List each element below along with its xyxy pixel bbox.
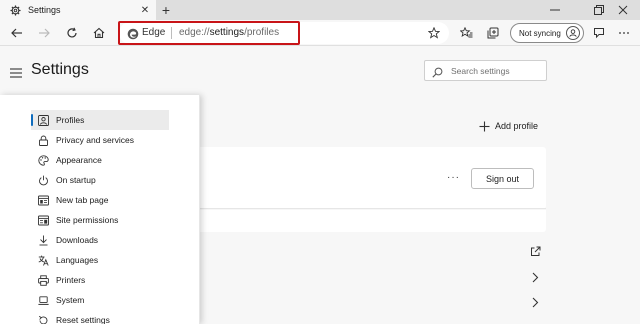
- sidebar-item-new-tab-page[interactable]: New tab page: [31, 190, 169, 210]
- new-tab-button[interactable]: +: [158, 2, 174, 18]
- more-options-button[interactable]: ···: [447, 172, 460, 183]
- tab-strip: Settings ✕ +: [0, 0, 640, 20]
- arrow-left-icon: [11, 28, 22, 38]
- sidebar-item-label: System: [56, 295, 85, 305]
- sidebar-item-label: Reset settings: [56, 315, 110, 324]
- more-dots-icon: [619, 32, 629, 34]
- sidebar-item-reset-settings[interactable]: Reset settings: [31, 310, 169, 324]
- home-button[interactable]: [89, 23, 109, 43]
- settings-header: Settings Search settings: [0, 47, 640, 95]
- sidebar-item-label: Printers: [56, 275, 86, 285]
- home-icon: [93, 27, 105, 39]
- avatar-icon: [566, 26, 580, 40]
- browser-toolbar: Edge edge://settings/profiles Not syncin…: [0, 20, 640, 46]
- sidebar-item-downloads[interactable]: Downloads: [31, 230, 169, 250]
- sidebar-item-profiles[interactable]: Profiles: [31, 110, 169, 130]
- profile-card-row: [200, 210, 546, 232]
- sidebar-item-label: Languages: [56, 255, 99, 265]
- search-placeholder: Search settings: [451, 66, 510, 76]
- feedback-button[interactable]: [589, 23, 609, 43]
- laptop-icon: [37, 294, 49, 306]
- sidebar-item-label: New tab page: [56, 195, 109, 205]
- sidebar-item-label: On startup: [56, 175, 96, 185]
- page-title: Settings: [31, 61, 89, 78]
- more-menu-button[interactable]: [614, 23, 634, 43]
- close-window-button[interactable]: [606, 0, 640, 20]
- collections-button[interactable]: [483, 23, 503, 43]
- palette-icon: [37, 154, 49, 166]
- settings-sidebar: Profiles Privacy and services Appearance…: [0, 95, 200, 324]
- sync-status-label: Not syncing: [519, 28, 561, 38]
- arrow-right-icon: [39, 28, 50, 38]
- back-button[interactable]: [7, 23, 27, 43]
- site-permissions-icon: [37, 214, 49, 226]
- power-icon: [37, 174, 49, 186]
- search-input[interactable]: Search settings: [424, 60, 547, 81]
- sidebar-item-label: Site permissions: [56, 215, 119, 225]
- chevron-right-icon[interactable]: [529, 271, 541, 283]
- sign-out-button[interactable]: Sign out: [471, 168, 534, 189]
- close-tab-icon[interactable]: ✕: [138, 5, 152, 16]
- collections-icon: [487, 27, 499, 39]
- plus-icon: [478, 120, 490, 132]
- reset-icon: [37, 314, 49, 324]
- profile-icon: [37, 114, 49, 126]
- sidebar-item-languages[interactable]: Languages: [31, 250, 169, 270]
- address-highlight-box: [118, 21, 300, 45]
- card-divider: [200, 208, 546, 209]
- download-icon: [37, 234, 49, 246]
- chevron-right-icon[interactable]: [529, 296, 541, 308]
- sidebar-item-label: Privacy and services: [56, 135, 134, 145]
- refresh-button[interactable]: [62, 23, 82, 43]
- external-link-icon[interactable]: [529, 245, 541, 257]
- sidebar-item-label: Profiles: [56, 115, 85, 125]
- new-tab-icon: [37, 194, 49, 206]
- add-profile-label: Add profile: [495, 121, 539, 131]
- favorites-button[interactable]: [456, 23, 476, 43]
- add-profile-button[interactable]: Add profile: [478, 120, 538, 132]
- favorite-star-icon[interactable]: [427, 26, 441, 40]
- tab-settings[interactable]: Settings ✕: [0, 0, 156, 20]
- sidebar-item-label: Appearance: [56, 155, 102, 165]
- feedback-icon: [594, 28, 604, 39]
- favorites-icon: [459, 27, 472, 38]
- language-icon: [37, 254, 49, 266]
- sidebar-item-label: Downloads: [56, 235, 99, 245]
- sidebar-item-site-permissions[interactable]: Site permissions: [31, 210, 169, 230]
- sidebar-item-system[interactable]: System: [31, 290, 169, 310]
- settings-content: Settings Search settings Add profile ···…: [0, 47, 640, 324]
- gear-icon: [9, 4, 21, 16]
- lock-icon: [37, 134, 49, 146]
- sidebar-item-on-startup[interactable]: On startup: [31, 170, 169, 190]
- sidebar-item-privacy[interactable]: Privacy and services: [31, 130, 169, 150]
- search-icon: [432, 65, 444, 78]
- printer-icon: [37, 274, 49, 286]
- minimize-button[interactable]: [538, 0, 572, 20]
- hamburger-menu-icon[interactable]: [10, 65, 22, 78]
- tab-title: Settings: [28, 5, 61, 15]
- sidebar-item-printers[interactable]: Printers: [31, 270, 169, 290]
- refresh-icon: [67, 27, 77, 38]
- sidebar-item-appearance[interactable]: Appearance: [31, 150, 169, 170]
- forward-button[interactable]: [34, 23, 54, 43]
- profile-sync-button[interactable]: Not syncing: [510, 23, 584, 43]
